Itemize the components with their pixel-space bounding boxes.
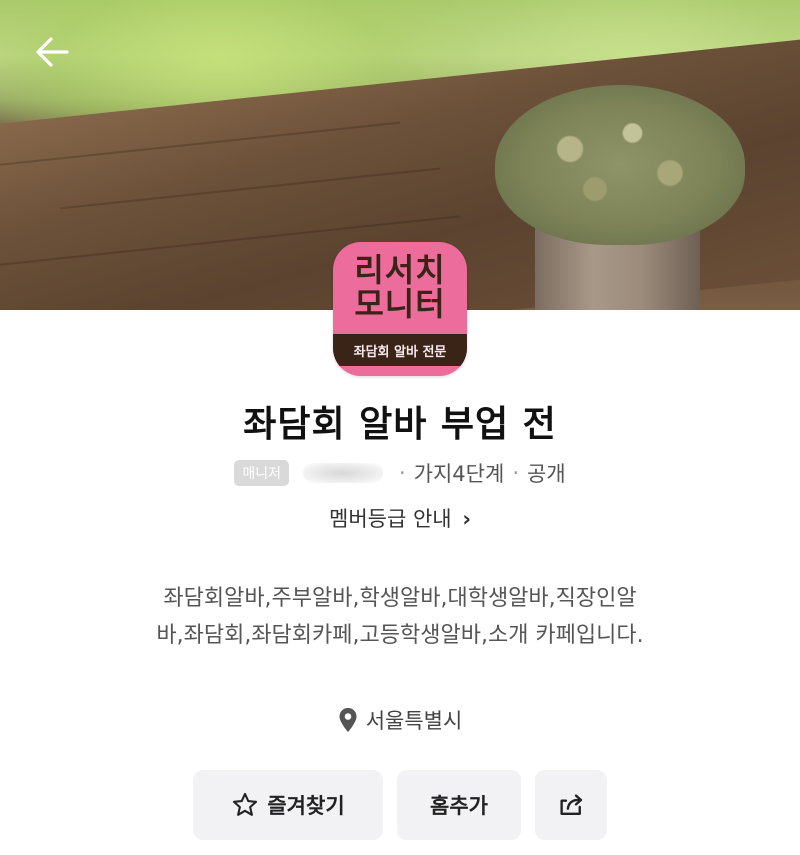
manager-badge: 매니저 — [234, 460, 289, 486]
favorite-label: 즐겨찾기 — [267, 794, 345, 818]
map-pin-icon — [339, 708, 357, 732]
logo-text: 리서치 모니터 — [333, 242, 467, 334]
share-icon — [560, 794, 583, 815]
cafe-meta-row: 매니저 · 가지4단계 · 공개 — [0, 458, 800, 488]
cafe-visibility: 공개 — [527, 462, 566, 486]
cafe-description: 좌담회알바,주부알바,학생알바,대학생알바,직장인알바,좌담회,좌담회카페,고등… — [156, 586, 644, 648]
add-to-home-button[interactable]: 홈추가 — [397, 770, 521, 840]
arrow-left-icon — [36, 37, 69, 67]
separator-dot: · — [398, 461, 406, 485]
member-grade-label: 멤버등급 안내 — [329, 507, 452, 531]
star-icon — [233, 792, 258, 816]
cafe-title: 좌담회 알바 부업 전 — [243, 404, 557, 445]
cover-plant — [495, 85, 745, 245]
manager-name-redacted — [302, 463, 383, 483]
separator-dot: · — [512, 461, 519, 485]
logo-line1: 리서치 — [354, 251, 446, 290]
logo-tagline: 좌담회 알바 전문 — [333, 334, 467, 366]
cafe-location: 서울특별시 — [0, 703, 800, 737]
share-button[interactable] — [535, 770, 607, 840]
back-button[interactable] — [30, 30, 74, 74]
logo-strip — [333, 366, 467, 376]
cafe-logo: 리서치 모니터 좌담회 알바 전문 — [333, 242, 467, 376]
favorite-button[interactable]: 즐겨찾기 — [193, 770, 383, 840]
home-add-label: 홈추가 — [430, 794, 488, 818]
location-text: 서울특별시 — [365, 709, 463, 733]
logo-line2: 모니터 — [354, 285, 446, 323]
cafe-level: 가지4단계 — [413, 462, 505, 486]
member-grade-link[interactable]: 멤버등급 안내 › — [0, 503, 800, 533]
chevron-right-icon: › — [462, 507, 471, 531]
